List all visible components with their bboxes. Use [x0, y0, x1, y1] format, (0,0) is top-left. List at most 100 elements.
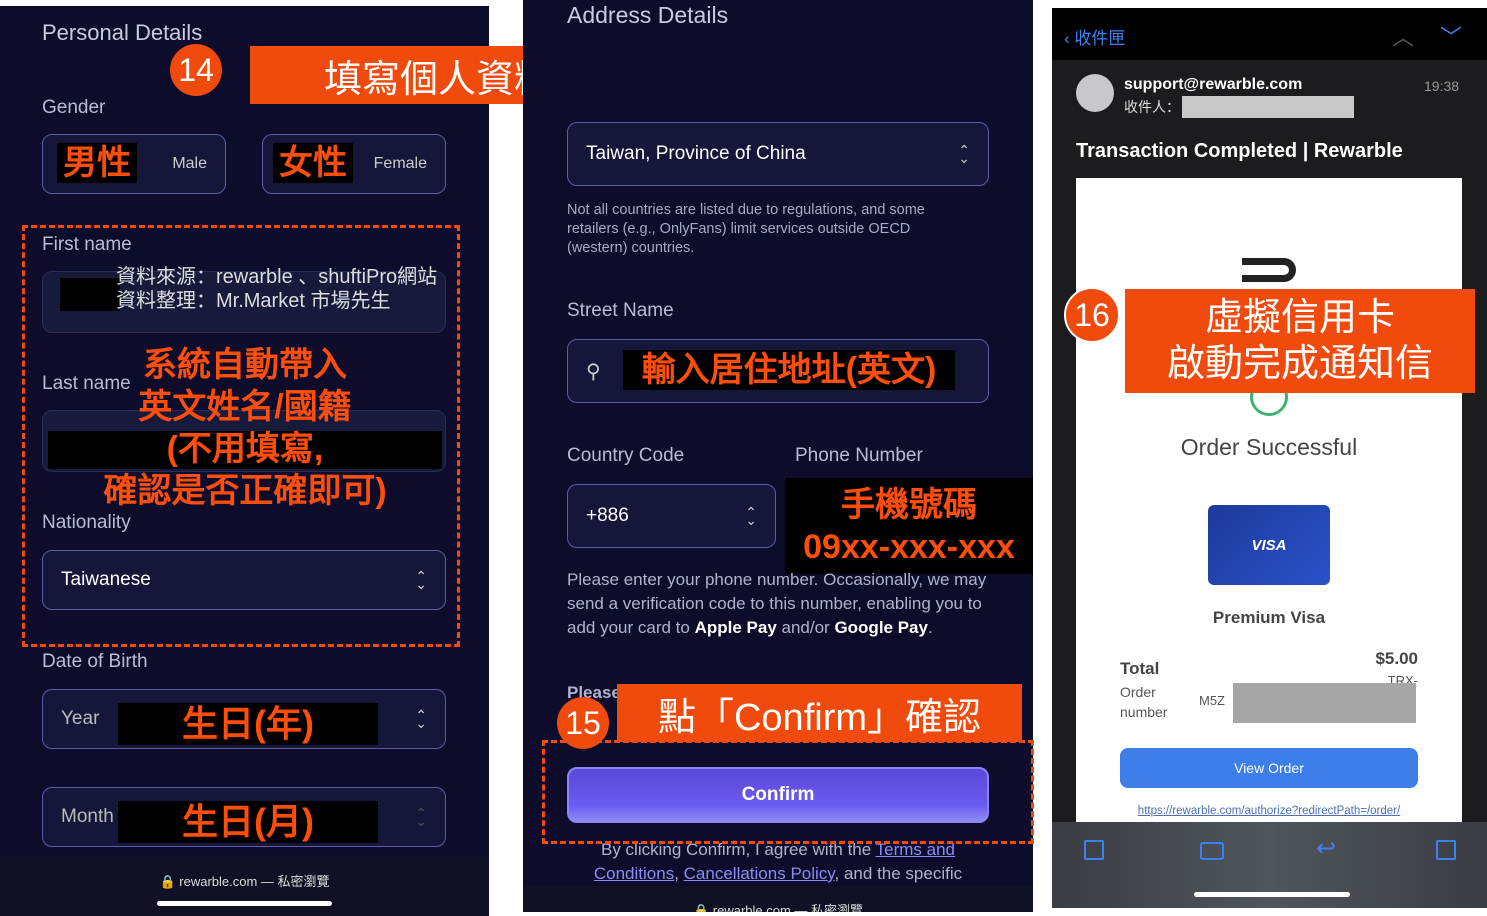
phone-annotation: 手機號碼 09xx-xxx-xxx [785, 478, 1033, 574]
period: . [927, 618, 933, 637]
select-arrows-icon: ⌃ ⌄ [745, 504, 757, 528]
step-badge-16: 16 [1064, 287, 1120, 343]
watermark-line-2: 資料整理：Mr.Market 市場先生 [116, 290, 391, 312]
annotation-line: 系統自動帶入 [143, 346, 347, 384]
year-placeholder: Year [61, 708, 100, 729]
home-indicator [157, 901, 332, 906]
total-value: $5.00 [1375, 649, 1418, 668]
watermark-line-1: 資料來源：rewarble 、shuftiPro網站 [116, 266, 438, 288]
redacted-first-name [60, 278, 120, 311]
terms-suffix: , and the specific [834, 864, 963, 883]
google-pay: Google Pay [834, 618, 928, 637]
gender-female-button[interactable]: 女性 Female [262, 134, 446, 194]
annotation-line: (不用填寫, [166, 430, 324, 468]
male-annotation: 男性 [57, 143, 137, 183]
annotation-line: 確認是否正確即可) [103, 472, 387, 510]
auto-fill-annotation: 系統自動帶入 英文姓名/國籍 (不用填寫, 確認是否正確即可) [60, 344, 430, 512]
section-title: Address Details [567, 2, 729, 28]
card-brand: VISA [1251, 536, 1287, 554]
step-banner-15: 點「Confirm」確認 [617, 684, 1022, 742]
phone-annotation-line: 手機號碼 [841, 486, 977, 524]
email-body: Order Successful VISA Premium Visa Total… [1076, 178, 1462, 838]
female-label: Female [373, 155, 427, 172]
archive-icon[interactable] [1084, 840, 1104, 860]
gender-label: Gender [42, 97, 106, 118]
street-annotation: 輸入居住地址(英文) [623, 350, 955, 390]
first-name-label: First name [42, 234, 132, 255]
step-banner-16: 虛擬信用卡 啟動完成通知信 [1125, 289, 1475, 393]
select-arrows-icon: ⌃ ⌄ [415, 805, 427, 829]
browser-bar: 🔒 rewarble.com — 私密瀏覽 [523, 886, 1033, 912]
mail-screen: ‹ 收件匣 ︿ ﹀ support@rewarble.com 19:38 收件人… [1052, 8, 1487, 908]
total-label: Total [1120, 659, 1160, 678]
redacted-recipient [1182, 96, 1354, 118]
card-name: Premium Visa [1212, 608, 1326, 627]
phone-annotation-line: 09xx-xxx-xxx [803, 528, 1015, 566]
compose-icon[interactable] [1436, 840, 1456, 860]
nationality-select[interactable]: Taiwanese ⌃ ⌄ [42, 550, 446, 610]
year-annotation: 生日(年) [118, 703, 378, 745]
mail-toolbar: ↩ [1052, 822, 1487, 908]
browser-bar: 🔒 rewarble.com — 私密瀏覽 [0, 856, 489, 916]
back-button[interactable]: ‹ 收件匣 [1064, 24, 1125, 49]
previous-message-icon[interactable]: ︿ [1392, 20, 1414, 52]
select-arrows-icon: ⌃ ⌄ [415, 568, 427, 592]
mail-nav-bar: ‹ 收件匣 ︿ ﹀ [1052, 8, 1487, 60]
month-placeholder: Month [61, 806, 114, 827]
street-label: Street Name [567, 300, 674, 321]
country-code-value: +886 [586, 505, 629, 526]
month-annotation: 生日(月) [118, 801, 378, 843]
country-note: Not all countries are listed due to regu… [567, 202, 925, 256]
next-message-icon[interactable]: ﹀ [1440, 20, 1462, 52]
order-status: Order Successful [1180, 434, 1358, 460]
banner-line: 啟動完成通知信 [1166, 343, 1433, 385]
annotation-line: 英文姓名/國籍 [138, 388, 352, 426]
order-number-label: Order number [1120, 684, 1168, 720]
url-text: rewarble.com — 私密瀏覽 [712, 903, 864, 912]
country-value: Taiwan, Province of China [586, 143, 806, 164]
country-select[interactable]: Taiwan, Province of China ⌃ ⌄ [567, 122, 989, 186]
country-code-label: Country Code [567, 445, 685, 466]
comma: , [674, 864, 684, 883]
select-arrows-icon: ⌃ ⌄ [415, 707, 427, 731]
terms-text: By clicking Confirm, I agree with the Te… [567, 838, 989, 886]
folder-icon[interactable] [1200, 842, 1224, 860]
apple-pay: Apple Pay [694, 618, 777, 637]
redacted-order-number [1233, 683, 1416, 723]
back-label: 收件匣 [1074, 29, 1126, 48]
received-time: 19:38 [1424, 78, 1460, 94]
order-number-partial: M5Z [1199, 693, 1225, 708]
male-label: Male [172, 155, 207, 172]
reply-icon[interactable]: ↩ [1316, 834, 1336, 863]
url-bar[interactable]: 🔒 rewarble.com — 私密瀏覽 [0, 871, 489, 890]
confirm-annotation-box [542, 740, 1034, 844]
search-icon: ⚲ [586, 360, 601, 383]
nationality-label: Nationality [42, 512, 131, 533]
select-arrows-icon: ⌃ ⌄ [958, 142, 970, 166]
step-badge-14: 14 [170, 44, 222, 96]
dob-label: Date of Birth [42, 651, 148, 672]
sender-email[interactable]: support@rewarble.com [1124, 76, 1302, 94]
and-or: and/or [776, 618, 835, 637]
url-bar[interactable]: 🔒 rewarble.com — 私密瀏覽 [523, 900, 1033, 912]
section-title: Personal Details [42, 20, 203, 45]
sender-avatar [1076, 74, 1114, 112]
banner-line: 虛擬信用卡 [1204, 297, 1395, 339]
female-annotation: 女性 [273, 143, 353, 183]
country-code-select[interactable]: +886 ⌃ ⌄ [567, 484, 776, 548]
phone-help: Please enter your phone number. Occasion… [567, 568, 992, 640]
order-link[interactable]: https://rewarble.com/authorize?redirectP… [1076, 805, 1462, 817]
visa-card: VISA [1208, 505, 1330, 585]
personal-details-screen: Personal Details Gender 男性 Male 女性 Femal… [0, 6, 489, 916]
view-order-button[interactable]: View Order [1120, 748, 1418, 788]
gender-male-button[interactable]: 男性 Male [42, 134, 226, 194]
step-badge-15: 15 [557, 697, 609, 749]
watermark: 資料來源：rewarble 、shuftiPro網站 資料整理：Mr.Marke… [116, 265, 437, 313]
phone-label: Phone Number [795, 445, 923, 466]
nationality-value: Taiwanese [61, 569, 151, 590]
home-indicator [1194, 892, 1350, 897]
email-subject: Transaction Completed | Rewarble [1076, 140, 1403, 162]
to-label: 收件人： [1124, 99, 1180, 115]
cancellation-link[interactable]: Cancellations Policy [684, 864, 835, 883]
rewarble-logo [1242, 258, 1296, 282]
